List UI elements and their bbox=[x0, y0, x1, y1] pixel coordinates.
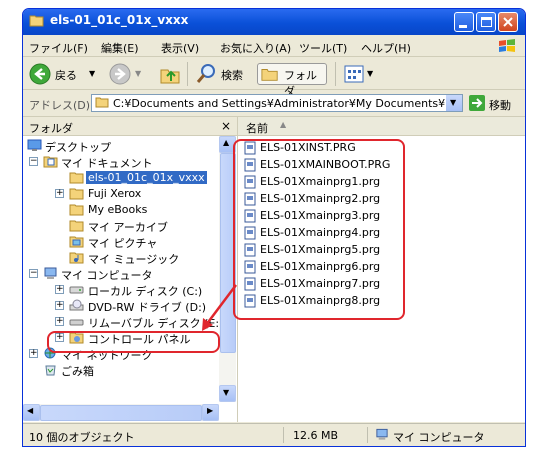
search-label: 検索 bbox=[221, 69, 243, 82]
expand-icon[interactable]: + bbox=[55, 301, 64, 310]
minimize-icon bbox=[459, 25, 467, 28]
expand-icon[interactable]: + bbox=[55, 285, 64, 294]
up-folder-icon[interactable] bbox=[159, 63, 181, 85]
address-label: アドレス(D) bbox=[29, 99, 91, 112]
hard-disk-icon bbox=[69, 286, 84, 294]
close-pane-icon[interactable]: × bbox=[221, 119, 231, 133]
pictures-icon bbox=[69, 236, 84, 248]
folder-pane-title: フォルダ bbox=[29, 122, 73, 135]
back-label: 戻る bbox=[55, 69, 77, 82]
menu-view[interactable]: 表示(V) bbox=[161, 40, 199, 56]
my-documents-icon bbox=[43, 156, 58, 168]
status-bar: 10 個のオブジェクト 12.6 MB マイ コンピュータ bbox=[23, 423, 525, 446]
folder-pane-header: フォルダ × bbox=[23, 117, 237, 136]
status-location: マイ コンピュータ bbox=[393, 431, 485, 444]
folder-icon bbox=[95, 97, 109, 108]
toolbar-separator bbox=[335, 62, 336, 86]
close-button[interactable] bbox=[498, 12, 518, 32]
menu-tools[interactable]: ツール(T) bbox=[299, 40, 347, 56]
menu-file[interactable]: ファイル(F) bbox=[29, 40, 88, 56]
address-bar: アドレス(D) C:¥Documents and Settings¥Admini… bbox=[23, 90, 525, 117]
folder-open-icon bbox=[29, 15, 44, 27]
back-button[interactable]: 戻る ▼ bbox=[29, 63, 101, 85]
windows-logo-icon bbox=[499, 39, 515, 52]
folder-open-icon bbox=[69, 172, 84, 184]
desktop-icon bbox=[27, 139, 42, 151]
go-arrow-icon[interactable] bbox=[469, 95, 485, 111]
my-computer-icon bbox=[44, 267, 57, 279]
back-dropdown-icon[interactable]: ▼ bbox=[89, 69, 95, 78]
folder-pane: フォルダ × デスクトップ − マイ ドキュメント els-01_01c_01x… bbox=[23, 117, 238, 422]
close-icon bbox=[503, 17, 513, 27]
folders-icon bbox=[261, 69, 278, 81]
views-dropdown-icon[interactable]: ▼ bbox=[367, 69, 373, 78]
chevron-right-icon: ▶ bbox=[207, 406, 214, 415]
my-computer-icon bbox=[376, 428, 388, 440]
scroll-down-button[interactable]: ▼ bbox=[219, 385, 236, 402]
folder-tree: デスクトップ − マイ ドキュメント els-01_01c_01x_vxxx + bbox=[23, 136, 219, 402]
status-separator bbox=[367, 427, 368, 443]
address-path: C:¥Documents and Settings¥Administrator¥… bbox=[113, 97, 463, 110]
go-button[interactable]: 移動 bbox=[489, 97, 511, 113]
collapse-icon[interactable]: − bbox=[29, 157, 38, 166]
music-icon bbox=[69, 252, 84, 264]
chevron-up-icon: ▲ bbox=[223, 138, 230, 147]
toolbar: 戻る ▼ ▼ 検索 フォルダ ▼ bbox=[23, 57, 525, 98]
recycle-bin-icon bbox=[45, 365, 56, 376]
maximize-icon bbox=[481, 17, 492, 27]
minimize-button[interactable] bbox=[454, 12, 474, 32]
status-size: 12.6 MB bbox=[293, 429, 339, 442]
menu-edit[interactable]: 編集(E) bbox=[101, 40, 139, 56]
folder-icon bbox=[69, 204, 84, 216]
search-button[interactable]: 検索 bbox=[195, 63, 251, 85]
collapse-icon[interactable]: − bbox=[29, 269, 38, 278]
files-highlight-box bbox=[233, 139, 405, 320]
status-separator bbox=[283, 427, 284, 443]
folders-button[interactable]: フォルダ bbox=[257, 63, 327, 98]
forward-button[interactable]: ▼ bbox=[109, 63, 149, 85]
maximize-button[interactable] bbox=[476, 12, 496, 32]
expand-icon[interactable]: + bbox=[29, 349, 38, 358]
forward-dropdown-icon[interactable]: ▼ bbox=[135, 69, 141, 78]
views-button[interactable]: ▼ bbox=[343, 63, 377, 85]
window-title: els-01_01c_01x_vxxx bbox=[50, 13, 189, 27]
chevron-down-icon: ▼ bbox=[450, 98, 457, 107]
views-icon bbox=[344, 65, 364, 83]
back-arrow-icon bbox=[29, 63, 51, 85]
folder-icon bbox=[69, 220, 84, 232]
toolbar-separator bbox=[187, 62, 188, 86]
folder-pane-horizontal-scrollbar[interactable]: ◀ ▶ bbox=[23, 404, 219, 421]
removable-disk-highlight-box bbox=[47, 331, 220, 353]
scroll-right-button[interactable]: ▶ bbox=[202, 404, 219, 421]
forward-arrow-icon bbox=[109, 63, 131, 85]
address-dropdown-button[interactable]: ▼ bbox=[446, 95, 462, 111]
title-bar[interactable]: els-01_01c_01x_vxxx bbox=[23, 9, 525, 35]
menu-bar: ファイル(F) 編集(E) 表示(V) お気に入り(A) ツール(T) ヘルプ(… bbox=[23, 36, 525, 57]
search-icon bbox=[196, 64, 215, 83]
scroll-left-button[interactable]: ◀ bbox=[23, 404, 40, 421]
sort-ascending-icon: ▲ bbox=[280, 120, 287, 129]
status-object-count: 10 個のオブジェクト bbox=[29, 431, 135, 444]
horizontal-scroll-thumb[interactable] bbox=[40, 405, 202, 421]
chevron-down-icon: ▼ bbox=[223, 388, 230, 397]
expand-icon[interactable]: + bbox=[55, 317, 64, 326]
address-input[interactable]: C:¥Documents and Settings¥Administrator¥… bbox=[91, 94, 463, 112]
menu-help[interactable]: ヘルプ(H) bbox=[361, 40, 411, 56]
removable-disk-icon bbox=[69, 319, 84, 326]
chevron-left-icon: ◀ bbox=[27, 406, 34, 415]
menu-favorites[interactable]: お気に入り(A) bbox=[220, 40, 291, 56]
dvd-drive-icon bbox=[69, 299, 84, 311]
column-header-name[interactable]: 名前 ▲ bbox=[238, 117, 525, 136]
expand-icon[interactable]: + bbox=[55, 189, 64, 198]
folder-icon bbox=[69, 188, 84, 200]
